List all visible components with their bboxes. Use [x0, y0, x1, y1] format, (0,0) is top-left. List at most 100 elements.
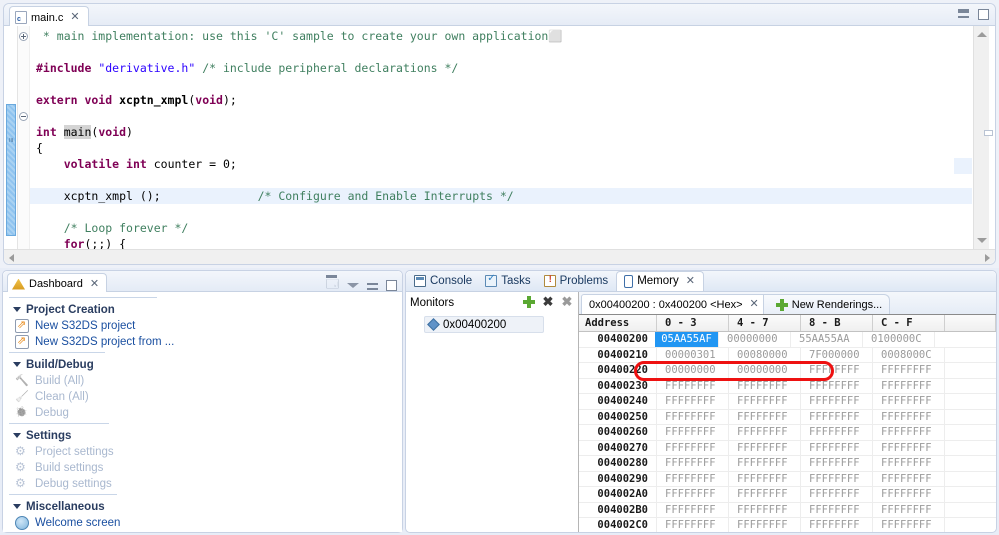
- folding-column[interactable]: [18, 26, 30, 249]
- fold-marker-main[interactable]: [19, 112, 28, 121]
- memory-value-cell[interactable]: FFFFFFFF: [657, 471, 729, 486]
- code-line[interactable]: [30, 76, 972, 92]
- editor-horizontal-scrollbar[interactable]: [4, 249, 995, 264]
- dashboard-item-new-s32ds-project-from[interactable]: New S32DS project from ...: [9, 334, 402, 350]
- monitors-list[interactable]: 0x00400200: [406, 314, 578, 532]
- memory-row[interactable]: 004002A0 FFFFFFFF FFFFFFFF FFFFFFFF FFFFFFFF: [579, 487, 996, 503]
- memory-value-cell[interactable]: FFFFFFFF: [657, 487, 729, 502]
- memory-value-cell[interactable]: FFFFFFFF: [657, 394, 729, 409]
- memory-value-cell[interactable]: FFFFFFFF: [729, 394, 801, 409]
- tab-problems[interactable]: Problems: [539, 272, 617, 291]
- memory-value-cell[interactable]: FFFFFFFF: [801, 440, 873, 455]
- memory-value-cell[interactable]: 00080000: [729, 347, 801, 362]
- memory-value-cell[interactable]: FFFFFFFF: [657, 409, 729, 424]
- memory-value-cell[interactable]: 00000000: [729, 363, 801, 378]
- memory-value-cell[interactable]: FFFFFFFF: [801, 487, 873, 502]
- code-line[interactable]: [30, 44, 972, 60]
- view-menu-icon[interactable]: [347, 283, 359, 288]
- memory-value-cell[interactable]: 00000301: [657, 347, 729, 362]
- monitor-item[interactable]: 0x00400200: [424, 316, 544, 333]
- memory-row[interactable]: 00400260 FFFFFFFF FFFFFFFF FFFFFFFF FFFFFFFF: [579, 425, 996, 441]
- editor-tab-main-c[interactable]: main.c ✕: [9, 6, 89, 26]
- memory-value-cell[interactable]: FFFFFFFF: [801, 409, 873, 424]
- memory-value-cell[interactable]: FFFFFFFF: [801, 425, 873, 440]
- dashboard-section-header[interactable]: Build/Debug: [9, 356, 402, 373]
- memory-value-cell[interactable]: FFFFFFFF: [729, 487, 801, 502]
- memory-row[interactable]: 004002B0 FFFFFFFF FFFFFFFF FFFFFFFF FFFFFFFF: [579, 502, 996, 518]
- memory-value-cell[interactable]: 0100000C: [863, 332, 935, 347]
- scroll-up-icon[interactable]: [977, 32, 987, 37]
- memory-value-cell[interactable]: FFFFFFFF: [873, 394, 945, 409]
- remove-monitor-icon[interactable]: ✖: [542, 295, 554, 308]
- scroll-down-icon[interactable]: [977, 238, 987, 243]
- memory-value-cell[interactable]: FFFFFFFF: [729, 456, 801, 471]
- code-text[interactable]: * main implementation: use this 'C' samp…: [30, 26, 972, 249]
- annotation-ruler[interactable]: ≡: [4, 26, 18, 249]
- maximize-icon[interactable]: [386, 280, 397, 291]
- memory-row[interactable]: 00400230 FFFFFFFF FFFFFFFF FFFFFFFF FFFFFFFF: [579, 378, 996, 394]
- scroll-right-icon[interactable]: [985, 254, 990, 262]
- memory-value-cell[interactable]: FFFFFFFF: [657, 518, 729, 532]
- remove-all-monitors-icon[interactable]: ✖: [561, 295, 573, 308]
- memory-row[interactable]: 00400200 05AA55AF 00000000 55AA55AA 0100000C: [579, 332, 996, 348]
- memory-row[interactable]: 00400240 FFFFFFFF FFFFFFFF FFFFFFFF FFFFFFFF: [579, 394, 996, 410]
- memory-row[interactable]: 004002C0 FFFFFFFF FFFFFFFF FFFFFFFF FFFFFFFF: [579, 518, 996, 532]
- tab-dashboard[interactable]: Dashboard ✕: [7, 273, 108, 292]
- code-line[interactable]: int main(void): [30, 124, 972, 140]
- memory-value-cell[interactable]: FFFFFFFF: [729, 471, 801, 486]
- minimize-icon[interactable]: [367, 281, 378, 290]
- memory-row[interactable]: 00400220 00000000 00000000 FFFFFFFF FFFFFFFF: [579, 363, 996, 379]
- memory-value-cell[interactable]: 55AA55AA: [791, 332, 863, 347]
- dashboard-section-header[interactable]: Settings: [9, 427, 402, 444]
- memory-value-cell[interactable]: 00000000: [719, 332, 791, 347]
- memory-value-cell[interactable]: FFFFFFFF: [657, 456, 729, 471]
- close-icon[interactable]: ✕: [686, 275, 695, 287]
- memory-value-cell[interactable]: FFFFFFFF: [729, 440, 801, 455]
- memory-column-header[interactable]: 8 - B: [801, 315, 873, 331]
- close-icon[interactable]: ✕: [90, 278, 99, 290]
- memory-table-body[interactable]: 00400200 05AA55AF 00000000 55AA55AA 0100000C…: [579, 332, 996, 532]
- memory-value-cell[interactable]: FFFFFFFF: [729, 502, 801, 517]
- memory-row[interactable]: 00400250 FFFFFFFF FFFFFFFF FFFFFFFF FFFFFFFF: [579, 409, 996, 425]
- memory-value-cell[interactable]: FFFFFFFF: [873, 425, 945, 440]
- scroll-left-icon[interactable]: [9, 254, 14, 262]
- memory-value-cell[interactable]: FFFFFFFF: [873, 378, 945, 393]
- memory-value-cell[interactable]: FFFFFFFF: [873, 518, 945, 532]
- memory-row[interactable]: 00400210 00000301 00080000 7F000000 0008000C: [579, 347, 996, 363]
- memory-value-cell[interactable]: FFFFFFFF: [873, 471, 945, 486]
- memory-value-cell[interactable]: FFFFFFFF: [801, 471, 873, 486]
- memory-value-cell[interactable]: FFFFFFFF: [801, 456, 873, 471]
- tab-memory[interactable]: Memory ✕: [616, 271, 704, 291]
- memory-value-cell[interactable]: FFFFFFFF: [801, 502, 873, 517]
- memory-value-cell[interactable]: 0008000C: [873, 347, 945, 362]
- code-line[interactable]: volatile int counter = 0;: [30, 156, 972, 172]
- code-line[interactable]: #include "derivative.h" /* include perip…: [30, 60, 972, 76]
- memory-row[interactable]: 00400290 FFFFFFFF FFFFFFFF FFFFFFFF FFFFFFFF: [579, 471, 996, 487]
- dashboard-item-quick-access[interactable]: Quick access: [9, 531, 402, 532]
- dashboard-item-new-s32ds-project[interactable]: New S32DS project: [9, 318, 402, 334]
- memory-value-cell[interactable]: FFFFFFFF: [801, 378, 873, 393]
- code-line[interactable]: * main implementation: use this 'C' samp…: [30, 28, 972, 44]
- memory-value-cell[interactable]: FFFFFFFF: [729, 425, 801, 440]
- editor-vertical-scrollbar[interactable]: [973, 26, 989, 249]
- memory-column-header[interactable]: 0 - 3: [657, 315, 729, 331]
- rendering-tab-hex[interactable]: 0x00400200 : 0x400200 <Hex> ✕: [581, 294, 767, 314]
- memory-column-header[interactable]: 4 - 7: [729, 315, 801, 331]
- memory-row[interactable]: 00400270 FFFFFFFF FFFFFFFF FFFFFFFF FFFFFFFF: [579, 440, 996, 456]
- code-line[interactable]: extern void xcptn_xmpl(void);: [30, 92, 972, 108]
- code-line[interactable]: for(;;) {: [30, 236, 972, 249]
- memory-value-cell[interactable]: FFFFFFFF: [801, 363, 873, 378]
- code-line[interactable]: [30, 108, 972, 124]
- add-monitor-icon[interactable]: [523, 296, 535, 308]
- memory-value-cell[interactable]: FFFFFFFF: [729, 518, 801, 532]
- memory-value-cell[interactable]: 00000000: [657, 363, 729, 378]
- maximize-icon[interactable]: [978, 9, 989, 20]
- memory-table[interactable]: Address 0 - 34 - 78 - BC - F 00400200 05AA…: [579, 314, 996, 532]
- close-icon[interactable]: ✕: [70, 12, 79, 23]
- close-icon[interactable]: ✕: [750, 299, 759, 310]
- memory-value-cell[interactable]: FFFFFFFF: [657, 378, 729, 393]
- memory-value-cell[interactable]: FFFFFFFF: [657, 502, 729, 517]
- memory-value-cell[interactable]: FFFFFFFF: [657, 425, 729, 440]
- code-line[interactable]: /* Loop forever */: [30, 220, 972, 236]
- tab-console[interactable]: Console: [409, 272, 480, 291]
